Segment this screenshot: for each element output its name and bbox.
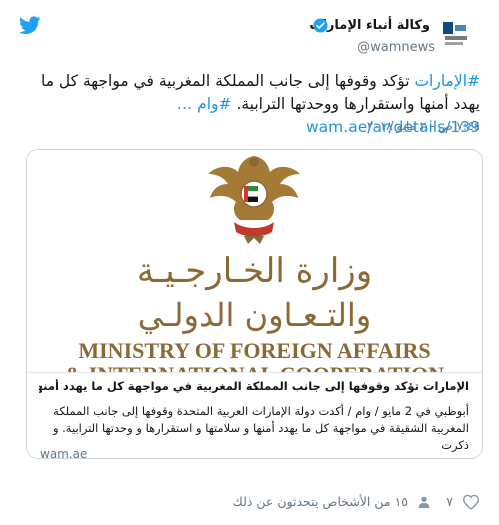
embedded-tweet: وكالة أنباء الإمارات @wamnews #الإمارات …: [0, 0, 499, 525]
ministry-english-line2: & INTERNATIONAL COOPERATION: [27, 362, 482, 372]
tweet-footer: ٧ ١٥ من الأشخاص يتحدثون عن ذلك: [233, 491, 480, 511]
heart-icon[interactable]: [462, 494, 480, 510]
card-domain: wam.ae: [40, 447, 88, 459]
people-icon: [418, 496, 430, 508]
ministry-english-line1: MINISTRY OF FOREIGN AFFAIRS: [78, 338, 431, 363]
like-count[interactable]: ٧: [446, 494, 453, 509]
emblem-icon: [208, 156, 300, 244]
author-screen-name[interactable]: @wamnews: [357, 40, 435, 55]
avatar[interactable]: [437, 16, 473, 52]
ministry-arabic-line2: والتـعـاون الدولـي: [137, 296, 372, 334]
card-description: أبوظبي في 2 مايو / وام / أكدت دولة الإما…: [52, 404, 469, 452]
verified-badge-icon: [313, 18, 328, 33]
tweet-timestamp[interactable]: ٧:٤٤ ص - ٢ مايو ٢٠١٨: [367, 119, 480, 133]
card-image[interactable]: وزارة الخـارجـيـة والتـعـاون الدولـي MIN…: [27, 150, 482, 372]
hashtag-link-wam[interactable]: #وام: [197, 95, 231, 113]
card-title[interactable]: الإمارات تؤكد وقوفها إلى جانب المملكة ال…: [39, 379, 469, 393]
ministry-arabic-line1: وزارة الخـارجـيـة: [136, 251, 373, 291]
card-body[interactable]: الإمارات تؤكد وقوفها إلى جانب المملكة ال…: [27, 372, 482, 459]
people-talking-link[interactable]: ١٥ من الأشخاص يتحدثون عن ذلك: [233, 494, 408, 509]
link-card[interactable]: وزارة الخـارجـيـة والتـعـاون الدولـي MIN…: [26, 149, 483, 459]
hashtag-link[interactable]: #الإمارات: [414, 72, 480, 90]
twitter-bird-icon[interactable]: [19, 16, 41, 35]
